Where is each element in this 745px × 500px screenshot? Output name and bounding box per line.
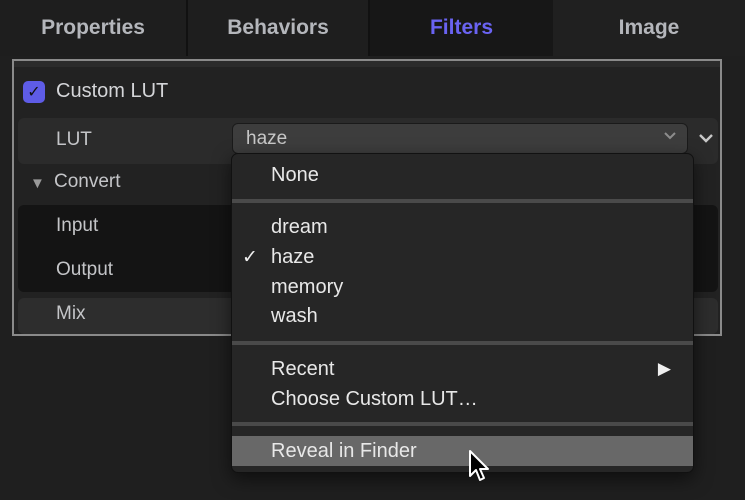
tab-filters[interactable]: Filters [370, 0, 553, 56]
output-label: Output [56, 259, 114, 280]
inspector-window: Properties Behaviors Filters Image ✓ Cus… [0, 0, 745, 500]
menu-item-none[interactable]: None [232, 160, 693, 190]
panel-top-strip [14, 61, 720, 67]
input-label: Input [56, 215, 99, 236]
menu-item-lut[interactable]: ✓ haze [232, 242, 693, 272]
filter-name-label: Custom LUT [56, 80, 169, 102]
lut-label: LUT [56, 129, 92, 150]
inspector-tabbar: Properties Behaviors Filters Image [0, 0, 745, 56]
lut-dropdown-menu: None dream ✓ haze memory wash Recent ▶ C… [231, 153, 694, 473]
mouse-pointer-icon [469, 450, 489, 481]
menu-item-reveal-in-finder[interactable]: Reveal in Finder [232, 436, 693, 466]
checkmark-icon: ✓ [242, 247, 258, 268]
menu-item-lut[interactable]: dream [232, 212, 693, 242]
menu-separator [232, 341, 693, 345]
tab-behaviors[interactable]: Behaviors [188, 0, 370, 56]
menu-item-recent[interactable]: Recent ▶ [232, 354, 693, 384]
parameter-options-chevron-icon[interactable] [698, 128, 714, 149]
lut-selected-value: haze [246, 128, 288, 149]
menu-item-lut[interactable]: memory [232, 272, 693, 302]
submenu-arrow-icon: ▶ [657, 359, 671, 378]
menu-item-lut[interactable]: wash [232, 301, 693, 331]
chevron-down-icon [663, 128, 677, 146]
tab-image[interactable]: Image [553, 0, 745, 56]
disclosure-triangle-down-icon[interactable]: ▼ [30, 175, 45, 192]
menu-item-choose-custom-lut[interactable]: Choose Custom LUT… [232, 384, 693, 414]
tab-properties[interactable]: Properties [0, 0, 188, 56]
menu-separator [232, 422, 693, 426]
convert-group-label[interactable]: Convert [54, 171, 121, 193]
custom-lut-enable-checkbox[interactable]: ✓ [23, 81, 45, 103]
mix-label: Mix [56, 303, 86, 324]
menu-separator [232, 199, 693, 203]
lut-popup-button[interactable]: haze [232, 123, 688, 154]
checkmark-icon: ✓ [27, 84, 41, 101]
